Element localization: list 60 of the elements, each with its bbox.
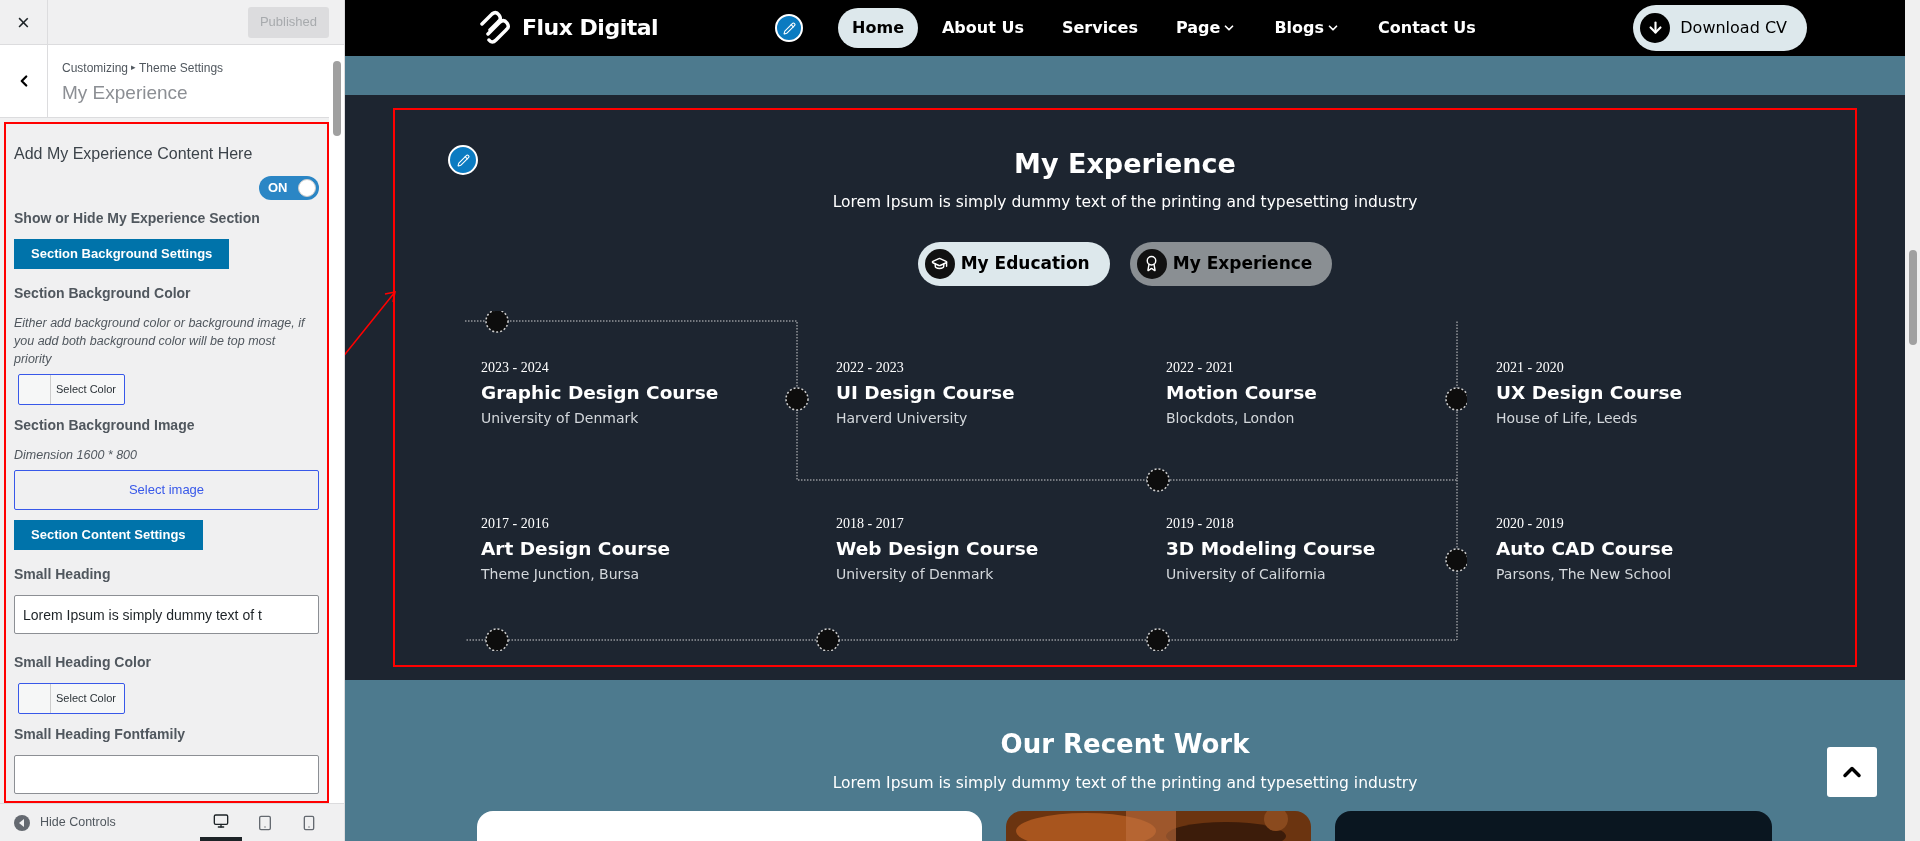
field-label: Section Background Color [14, 284, 192, 303]
text-input-field[interactable]: Lorem Ipsum is simply dummy text of t [14, 595, 319, 634]
field-description: Either add background color or background image, if you add both background color will be top most priority [14, 315, 307, 368]
hide-controls-button[interactable]: Hide Controls [14, 813, 116, 832]
section-tab[interactable]: My Education [917, 241, 1110, 286]
timeline-date: 2018 - 2017 [836, 514, 905, 533]
nav-link[interactable]: Services [1047, 7, 1152, 48]
breadcrumb-item: Customizing [62, 60, 129, 77]
timeline-title: 3D Modeling Course [1166, 536, 1377, 561]
section-settings-button[interactable]: Section Background Settings [14, 239, 230, 269]
section-tab[interactable]: My Experience [1129, 241, 1333, 286]
timeline-date: 2022 - 2023 [836, 358, 905, 377]
timeline-place: Parsons, The New School [1496, 564, 1673, 584]
section-subtitle: Lorem Ipsum is simply dummy text of the printing and typesetting industry [832, 191, 1418, 213]
nav-link[interactable]: Page [1162, 7, 1251, 48]
toggle-switch[interactable]: ON [259, 176, 319, 200]
download-cv-button[interactable]: Download CV [1633, 4, 1807, 51]
nav-link[interactable]: Blogs [1260, 7, 1355, 48]
timeline-place: Blockdots, London [1166, 408, 1296, 428]
nav-link[interactable]: Home [838, 7, 918, 48]
field-label: Small Heading [14, 565, 112, 584]
timeline-date: 2017 - 2016 [481, 514, 550, 533]
timeline-date: 2023 - 2024 [481, 358, 550, 377]
color-picker-button[interactable]: Select Color [18, 683, 125, 714]
logo-text: Flux Digital [522, 14, 659, 43]
timeline-date: 2020 - 2019 [1496, 514, 1565, 533]
panel-heading: Add My Experience Content Here [14, 144, 254, 164]
timeline-title: Motion Course [1166, 380, 1318, 405]
timeline-title: UX Design Course [1496, 380, 1683, 405]
section-title: Our Recent Work [1000, 727, 1250, 761]
field-label: Section Background Image [14, 416, 196, 435]
section-title: My Experience [1014, 147, 1236, 182]
timeline-place: Harverd University [836, 408, 969, 428]
timeline-date: 2022 - 2021 [1166, 358, 1235, 377]
timeline-place: University of California [1166, 564, 1327, 584]
timeline-title: UI Design Course [836, 380, 1016, 405]
field-label: Show or Hide My Experience Section [14, 209, 261, 228]
timeline-place: University of Denmark [481, 408, 640, 428]
timeline-date: 2021 - 2020 [1496, 358, 1565, 377]
nav-link[interactable]: Contact Us [1364, 7, 1490, 48]
timeline-place: Theme Junction, Bursa [481, 564, 641, 584]
field-label: Small Heading Fontfamily [14, 725, 187, 744]
color-picker-button[interactable]: Select Color [18, 374, 125, 405]
field-description: Dimension 1600 * 800 [14, 447, 138, 464]
select-image-button[interactable]: Select image [14, 470, 319, 510]
close-button[interactable]: × [0, 0, 48, 45]
nav-link[interactable]: About Us [928, 7, 1038, 48]
section-settings-button[interactable]: Section Content Settings [14, 520, 203, 550]
timeline-date: 2019 - 2018 [1166, 514, 1235, 533]
timeline-place: University of Denmark [836, 564, 995, 584]
breadcrumb-item: Theme Settings [139, 60, 224, 77]
field-label: Small Heading Color [14, 653, 152, 672]
timeline-title: Graphic Design Course [481, 380, 720, 405]
timeline-title: Web Design Course [836, 536, 1040, 561]
section-subtitle: Lorem Ipsum is simply dummy text of the printing and typesetting industry [832, 772, 1418, 794]
timeline-title: Art Design Course [481, 536, 671, 561]
breadcrumb-separator: ▸ [131, 61, 137, 75]
panel-title: My Experience [62, 81, 189, 105]
timeline-place: House of Life, Leeds [1496, 408, 1639, 428]
timeline-title: Auto CAD Course [1496, 536, 1675, 561]
